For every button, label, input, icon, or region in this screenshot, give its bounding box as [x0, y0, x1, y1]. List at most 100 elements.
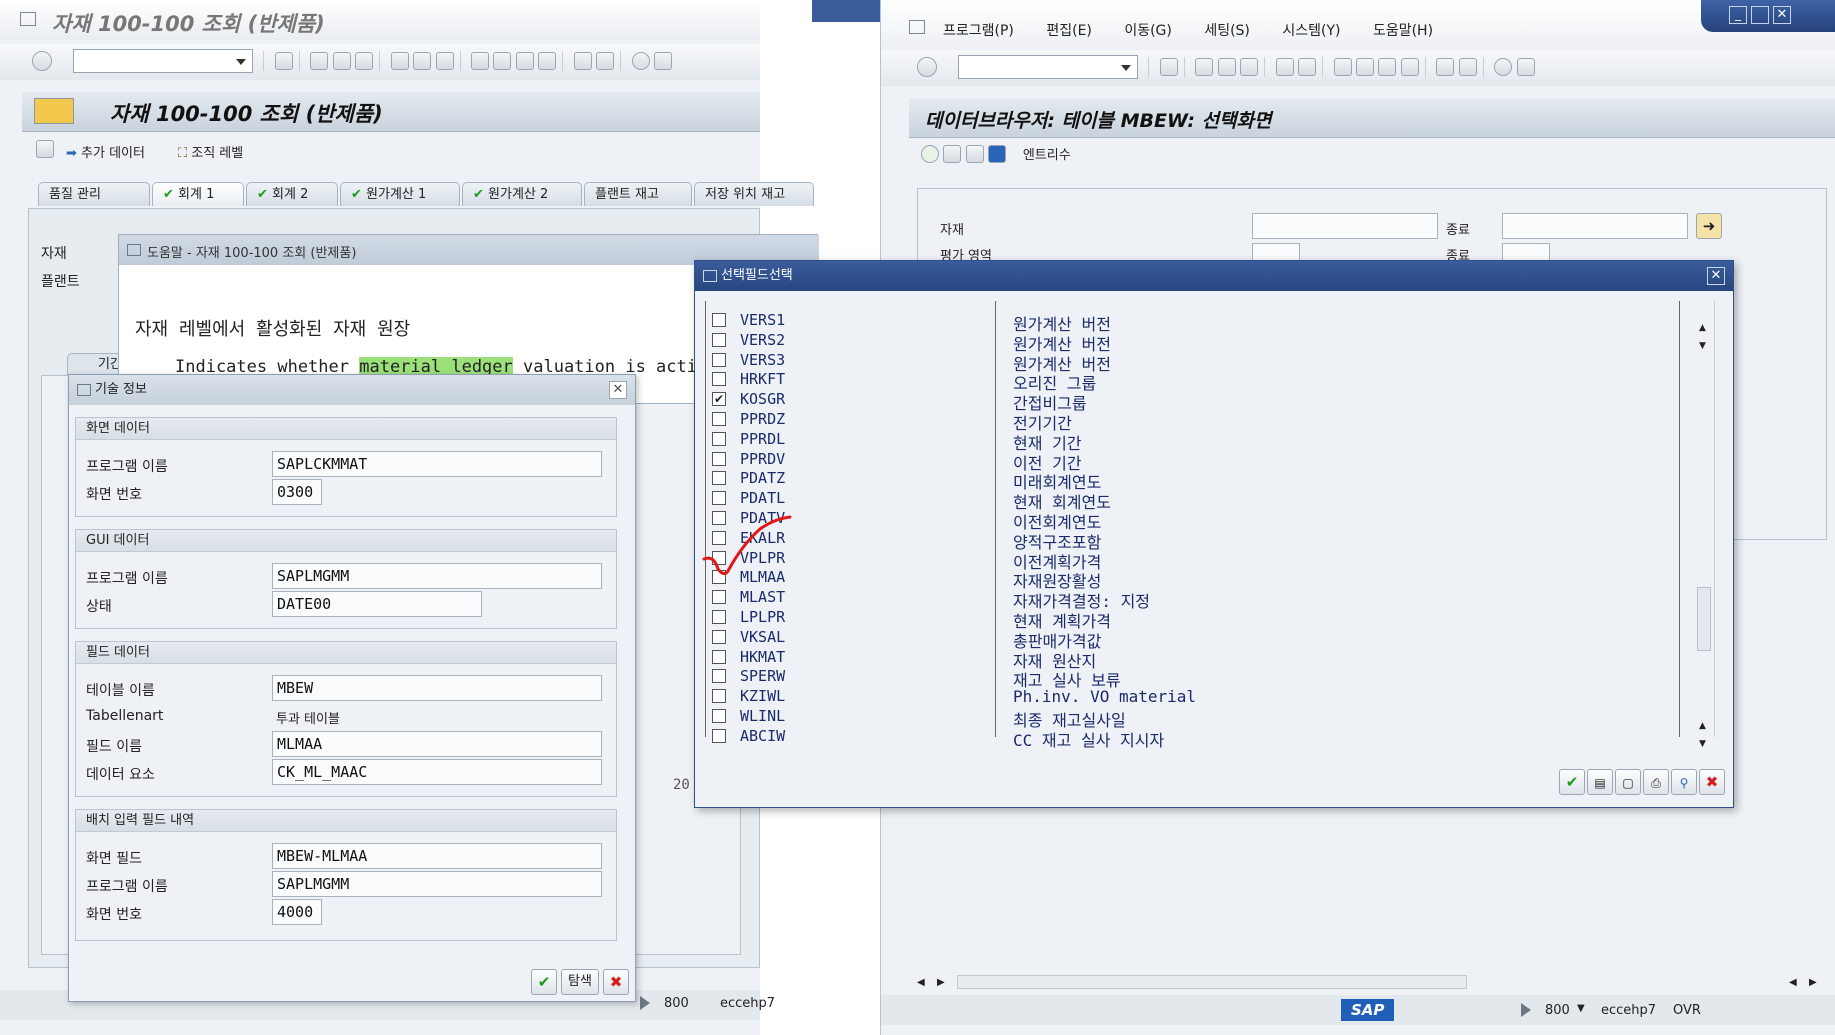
field-row[interactable]: PDATZ 미래회계연도	[712, 469, 1675, 492]
scroll-down-icon[interactable]: ▼	[1699, 341, 1706, 351]
play-icon[interactable]	[1521, 1003, 1538, 1017]
field-row[interactable]: WLINL 최종 재고실사일	[712, 707, 1675, 730]
batch-screen-field[interactable]: 4000	[272, 899, 322, 925]
confirm-button[interactable]: ✔	[1559, 769, 1585, 795]
field-row[interactable]: ✔ KOSGR 간접비그룹	[712, 390, 1675, 413]
field-checkbox[interactable]: ✔	[712, 392, 726, 407]
vertical-scroll-thumb[interactable]	[1697, 587, 1711, 651]
next-page-icon[interactable]	[515, 52, 534, 70]
maximize-icon[interactable]	[1751, 6, 1769, 24]
close-window-icon[interactable]: ✕	[1773, 6, 1791, 24]
navigate-button[interactable]: 탐색	[561, 969, 599, 995]
data-element-field[interactable]: CK_ML_MAAC	[272, 759, 602, 785]
scroll-up-icon[interactable]: ▲	[1699, 323, 1706, 333]
scroll-right-end-icon[interactable]: ▶	[1809, 977, 1817, 988]
field-row[interactable]: VERS1 원가계산 버전	[712, 311, 1675, 334]
tab-costing-2[interactable]: ✔ 원가계산 2	[462, 182, 582, 206]
field-checkbox[interactable]	[712, 372, 726, 387]
field-checkbox[interactable]	[712, 352, 726, 367]
menu-goto[interactable]: 이동(G)	[1124, 20, 1172, 40]
shortcut-icon[interactable]	[1458, 58, 1477, 76]
find-icon[interactable]	[1298, 58, 1317, 76]
field-checkbox[interactable]	[712, 590, 726, 605]
find-icon[interactable]	[413, 52, 432, 70]
org-levels-button[interactable]: ⛶ 조직 레벨	[178, 142, 243, 161]
multiple-selection-button[interactable]: ➜	[1696, 213, 1722, 239]
cancel-icon[interactable]	[355, 52, 374, 70]
field-row[interactable]: ABCIW CC 재고 실사 지시자	[712, 727, 1675, 750]
help-icon[interactable]	[631, 52, 650, 70]
field-checkbox[interactable]	[712, 332, 726, 347]
command-field[interactable]	[72, 49, 253, 73]
menu-settings[interactable]: 세팅(S)	[1204, 20, 1250, 40]
horizontal-scrollbar[interactable]: ◀ ▶ ◀ ▶	[917, 975, 1827, 989]
field-row[interactable]: VERS2 원가계산 버전	[712, 331, 1675, 354]
first-page-icon[interactable]	[1333, 58, 1352, 76]
scroll-left-icon[interactable]: ◀	[917, 977, 925, 988]
back-icon[interactable]	[310, 52, 329, 70]
field-checkbox[interactable]	[712, 491, 726, 506]
field-row[interactable]: PPRDZ 전기기간	[712, 410, 1675, 433]
tab-accounting-1[interactable]: ✔ 회계 1	[152, 182, 244, 206]
field-row[interactable]: EKALR 양적구조포함	[712, 529, 1675, 552]
scroll-left-end-icon[interactable]: ◀	[1789, 977, 1797, 988]
find-button[interactable]: ⚲	[1671, 769, 1697, 795]
next-page-icon[interactable]	[1378, 58, 1397, 76]
menu-system[interactable]: 시스템(Y)	[1282, 20, 1340, 40]
print-icon[interactable]	[1275, 58, 1294, 76]
menu-help[interactable]: 도움말(H)	[1373, 20, 1433, 40]
field-row[interactable]: HKMAT 자재 원산지	[712, 648, 1675, 671]
tab-plant-stock[interactable]: 플랜트 재고	[584, 182, 692, 206]
cancel-button[interactable]: ✖	[603, 969, 629, 995]
field-checkbox[interactable]	[712, 610, 726, 624]
tech-info-close-button[interactable]: ✕	[609, 381, 627, 399]
tab-quality[interactable]: 품질 관리	[38, 182, 150, 206]
layout-icon[interactable]	[1516, 58, 1535, 76]
dropdown-icon[interactable]: ▼	[1577, 1003, 1585, 1014]
cancel-icon[interactable]	[1240, 58, 1259, 76]
last-page-icon[interactable]	[538, 52, 557, 70]
scroll-page-up-icon[interactable]: ▲	[1699, 721, 1706, 731]
execute-icon[interactable]	[921, 144, 939, 163]
info-icon[interactable]	[988, 144, 1007, 163]
field-row[interactable]: MLAST 자재가격결정: 지정	[712, 588, 1675, 611]
tab-storage-stock[interactable]: 저장 위치 재고	[694, 182, 814, 206]
material-from-field[interactable]	[1252, 213, 1438, 239]
new-session-icon[interactable]	[1436, 58, 1455, 76]
gui-program-field[interactable]: SAPLMGMM	[272, 563, 602, 589]
help-icon[interactable]	[1494, 58, 1513, 76]
field-checkbox[interactable]	[712, 709, 726, 723]
menu-program[interactable]: 프로그램(P)	[943, 20, 1014, 40]
gui-status-field[interactable]: DATE00	[272, 591, 482, 617]
field-checkbox[interactable]	[712, 629, 726, 644]
field-row[interactable]: KZIWL Ph.inv. VO material	[712, 687, 1675, 707]
new-session-icon[interactable]	[573, 52, 592, 70]
delete-selection-icon[interactable]	[965, 144, 984, 163]
scroll-track[interactable]	[957, 975, 1467, 989]
enter-icon[interactable]	[32, 51, 52, 71]
screen-number-field[interactable]: 0300	[272, 479, 322, 505]
find-next-icon[interactable]	[435, 52, 454, 70]
save-icon[interactable]	[274, 52, 293, 70]
field-row[interactable]: PPRDV 이전 기간	[712, 450, 1675, 473]
field-row[interactable]: LPLPR 현재 계획가격	[712, 608, 1675, 631]
field-selection-close-button[interactable]: ✕	[1707, 267, 1725, 285]
field-checkbox[interactable]	[712, 412, 726, 426]
field-row[interactable]: MLMAA 자재원장활성	[712, 568, 1675, 591]
select-all-button[interactable]: ▤	[1587, 769, 1613, 795]
field-row[interactable]: SPERW 재고 실사 보류	[712, 667, 1675, 690]
enter-icon[interactable]	[917, 57, 937, 77]
field-row[interactable]: PDATV 이전회계연도	[712, 509, 1675, 532]
field-row[interactable]: PDATL 현재 회계연도	[712, 489, 1675, 512]
display-change-icon[interactable]	[36, 140, 54, 158]
field-checkbox[interactable]	[712, 669, 726, 684]
minimize-icon[interactable]: _	[1729, 6, 1747, 24]
field-checkbox[interactable]	[712, 313, 726, 327]
back-icon[interactable]	[1195, 58, 1214, 76]
batch-program-field[interactable]: SAPLMGMM	[272, 871, 602, 897]
scroll-right-icon-a[interactable]: ▶	[937, 977, 945, 988]
field-checkbox[interactable]	[712, 451, 726, 466]
field-row[interactable]: VERS3 원가계산 버전	[712, 351, 1675, 374]
tab-costing-1[interactable]: ✔ 원가계산 1	[340, 182, 460, 206]
selection-options-icon[interactable]	[943, 144, 962, 163]
